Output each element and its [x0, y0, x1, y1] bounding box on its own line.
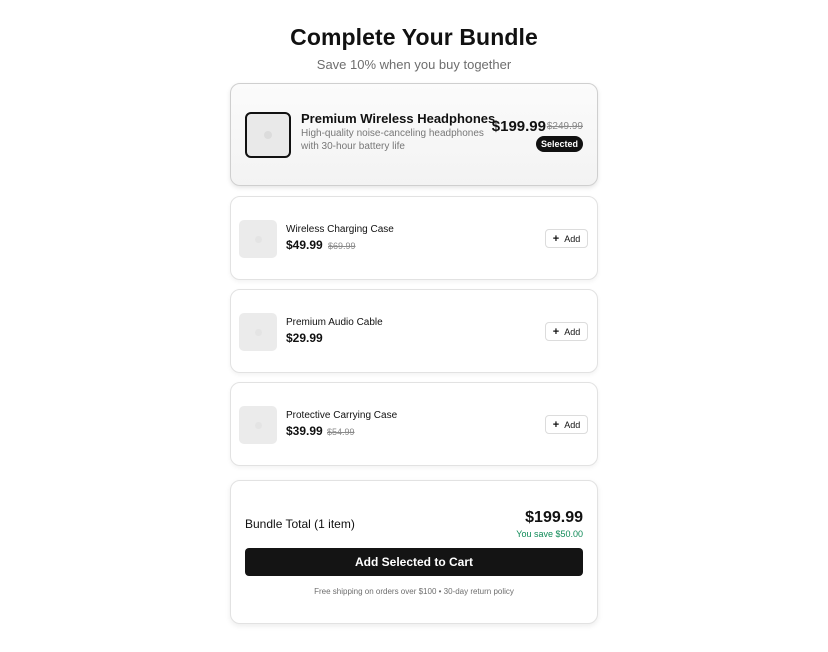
image-placeholder-icon — [264, 131, 272, 139]
selected-badge: Selected — [535, 136, 583, 152]
accessory-card: Wireless Charging Case $49.99 $69.99 + A… — [230, 196, 598, 280]
plus-icon: + — [552, 232, 560, 245]
image-placeholder-icon — [254, 421, 262, 429]
add-accessory-button[interactable]: + Add — [545, 322, 588, 341]
accessory-image — [239, 406, 277, 444]
accessory-card: Premium Audio Cable $29.99 + Add — [230, 289, 598, 373]
product-name: Premium Wireless Headphones — [301, 111, 496, 126]
add-accessory-button[interactable]: + Add — [545, 415, 588, 434]
accessory-price: $49.99 — [286, 238, 323, 252]
savings-text: You save $50.00 — [516, 529, 583, 539]
add-accessory-button[interactable]: + Add — [545, 229, 588, 248]
product-price: $199.99 — [491, 118, 546, 135]
accessory-price: $29.99 — [286, 331, 323, 345]
page-header: Complete Your Bundle Save 10% when you b… — [0, 24, 828, 73]
bundle-total-label: Bundle Total (1 item) — [245, 517, 355, 531]
product-original-price: $249.99 — [546, 121, 583, 132]
bundle-total-price: $199.99 — [525, 509, 583, 526]
page-subtitle: Save 10% when you buy together — [316, 57, 512, 72]
accessory-image — [239, 313, 277, 351]
accessory-original-price: $54.99 — [327, 427, 355, 437]
product-image — [245, 112, 291, 158]
main-product-card[interactable]: Premium Wireless Headphones High-quality… — [230, 83, 598, 186]
shipping-policy-note: Free shipping on orders over $100 • 30-d… — [314, 587, 514, 596]
accessory-card: Protective Carrying Case $39.99 $54.99 +… — [230, 382, 598, 466]
plus-icon: + — [552, 325, 560, 338]
image-placeholder-icon — [254, 235, 262, 243]
add-button-label: Add — [564, 233, 581, 244]
product-description: High-quality noise-canceling headphones … — [301, 128, 484, 152]
accessory-price: $39.99 — [286, 424, 323, 438]
bundle-page: Complete Your Bundle Save 10% when you b… — [0, 0, 828, 652]
accessory-image — [239, 220, 277, 258]
page-title: Complete Your Bundle — [290, 24, 538, 50]
accessory-name: Premium Audio Cable — [286, 317, 383, 328]
image-placeholder-icon — [254, 328, 262, 336]
accessory-name: Wireless Charging Case — [286, 224, 394, 235]
bundle-summary-card: Bundle Total (1 item) $199.99 You save $… — [230, 480, 598, 624]
add-to-cart-button[interactable]: Add Selected to Cart — [245, 548, 583, 576]
plus-icon: + — [552, 418, 560, 431]
accessory-name: Protective Carrying Case — [286, 410, 398, 421]
add-button-label: Add — [564, 326, 581, 337]
add-button-label: Add — [564, 419, 581, 430]
accessory-original-price: $69.99 — [328, 241, 356, 251]
